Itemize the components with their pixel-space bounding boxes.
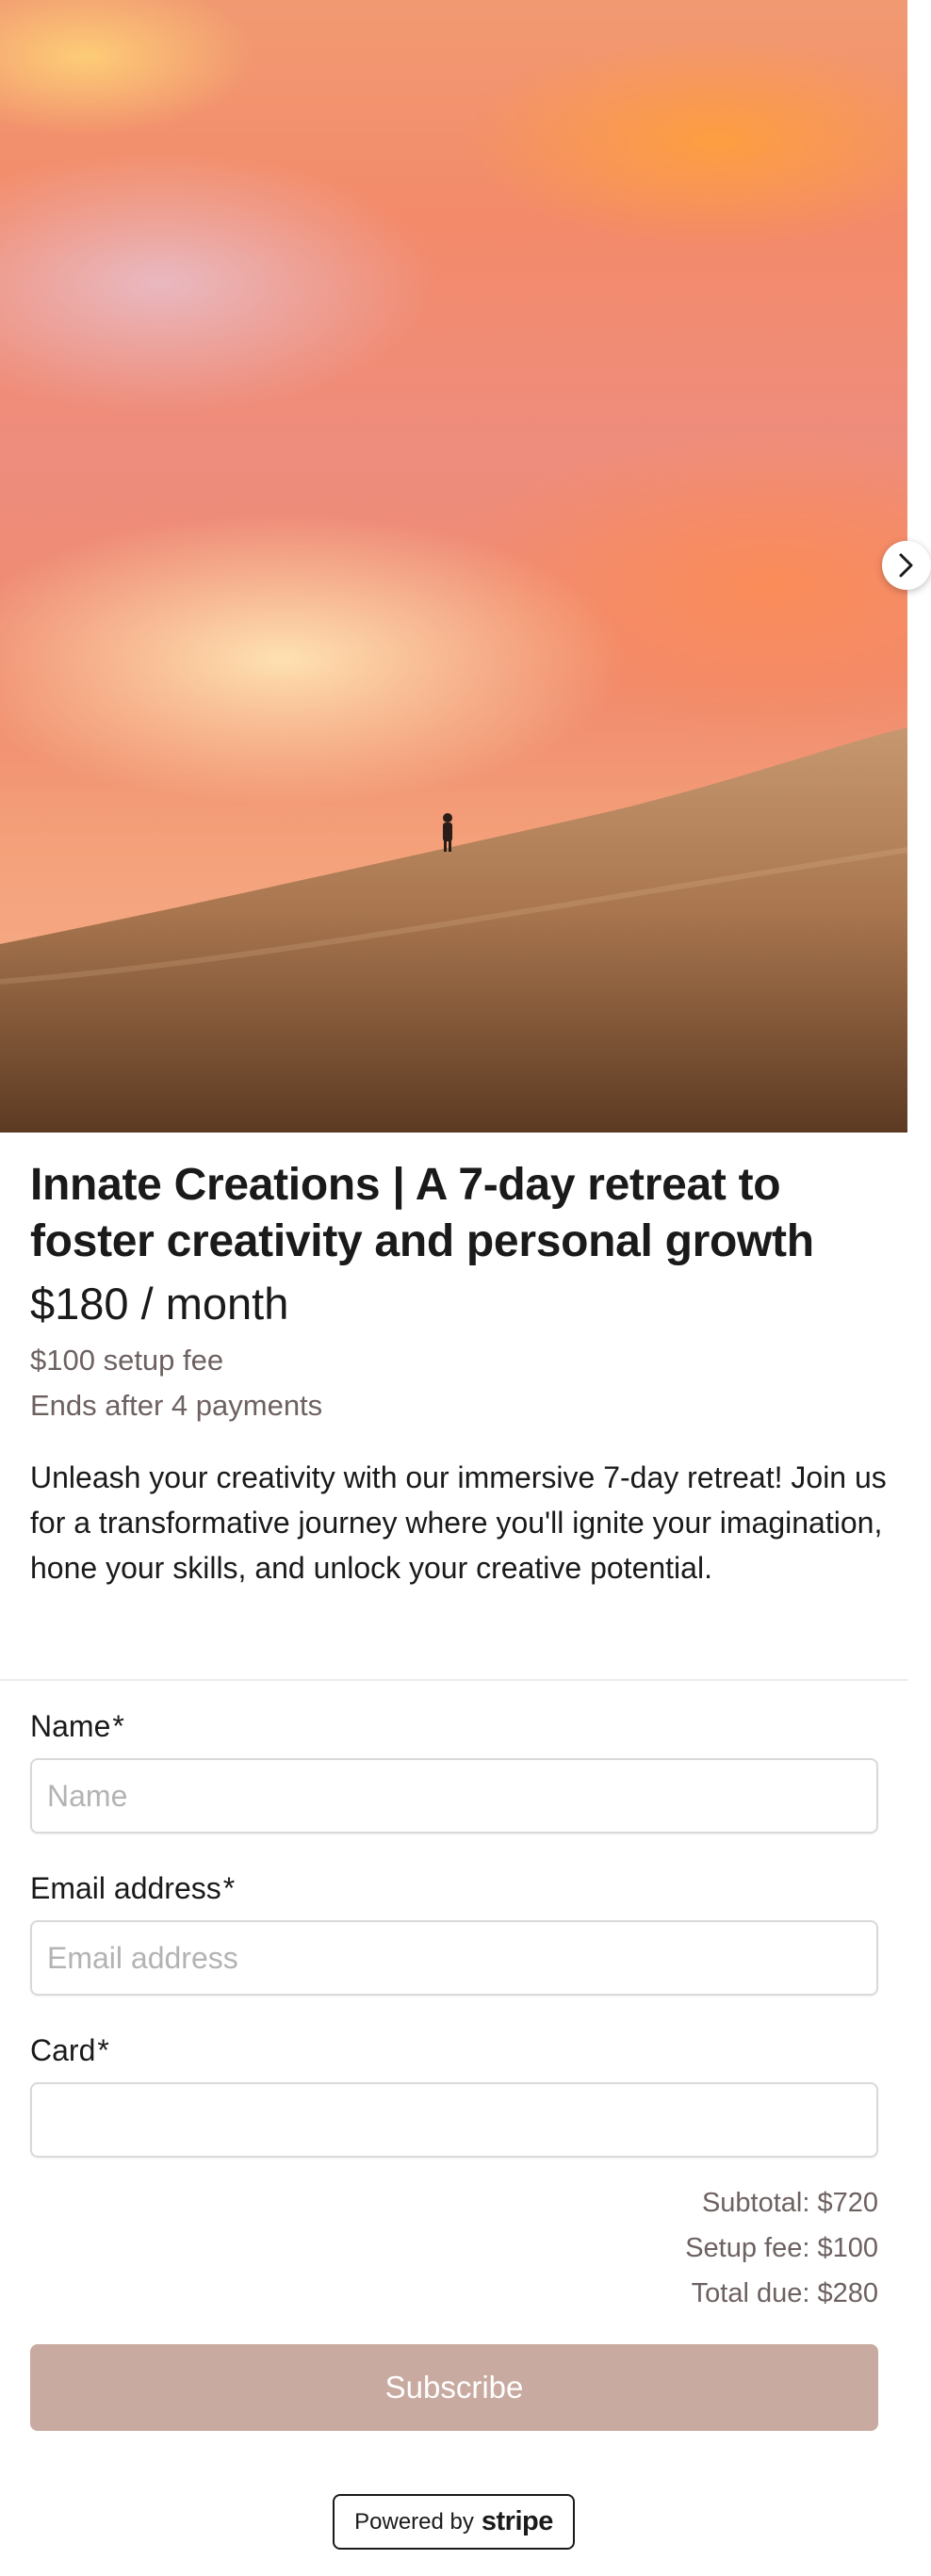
name-input[interactable] <box>30 1758 878 1834</box>
setup-fee-note: $100 setup fee <box>30 1344 224 1377</box>
required-marker: * <box>112 1709 124 1743</box>
order-totals: Subtotal: $720 Setup fee: $100 Total due… <box>685 2180 878 2316</box>
walking-person-figure <box>443 813 452 852</box>
payments-note: Ends after 4 payments <box>30 1389 323 1422</box>
powered-by-text: Powered by <box>354 2508 474 2535</box>
card-input[interactable] <box>30 2082 878 2158</box>
total-due-line: Total due: $280 <box>691 2278 878 2308</box>
powered-by-stripe-link[interactable]: Powered by stripe <box>333 2494 575 2550</box>
product-description: Unleash your creativity with our immersi… <box>30 1460 887 1585</box>
stripe-logo: stripe <box>481 2506 553 2536</box>
next-image-button[interactable] <box>882 541 931 590</box>
subscribe-button[interactable]: Subscribe <box>30 2344 878 2431</box>
desert-dune-illustration <box>0 727 907 1133</box>
section-divider <box>0 1679 907 1681</box>
card-label: Card* <box>30 2033 109 2067</box>
chevron-right-icon <box>899 553 913 578</box>
subtotal-line: Subtotal: $720 <box>701 2188 878 2218</box>
product-price: $180 / month <box>30 1279 289 1329</box>
required-marker: * <box>222 1871 236 1905</box>
setup-fee-line: Setup fee: $100 <box>685 2233 878 2263</box>
name-field-group: Name* <box>30 1705 878 1834</box>
required-marker: * <box>97 2033 109 2067</box>
card-field-group: Card* <box>30 2030 878 2158</box>
name-label: Name* <box>30 1709 124 1743</box>
email-input[interactable] <box>30 1920 878 1996</box>
email-field-group: Email address* <box>30 1867 878 1996</box>
email-label: Email address* <box>30 1871 236 1905</box>
checkout-form: Name* Email address* Card* <box>30 1705 878 2192</box>
product-hero-image <box>0 0 907 1133</box>
product-details: Innate Creations | A 7-day retreat to fo… <box>30 1157 887 1590</box>
product-title: Innate Creations | A 7-day retreat to fo… <box>30 1160 814 1266</box>
